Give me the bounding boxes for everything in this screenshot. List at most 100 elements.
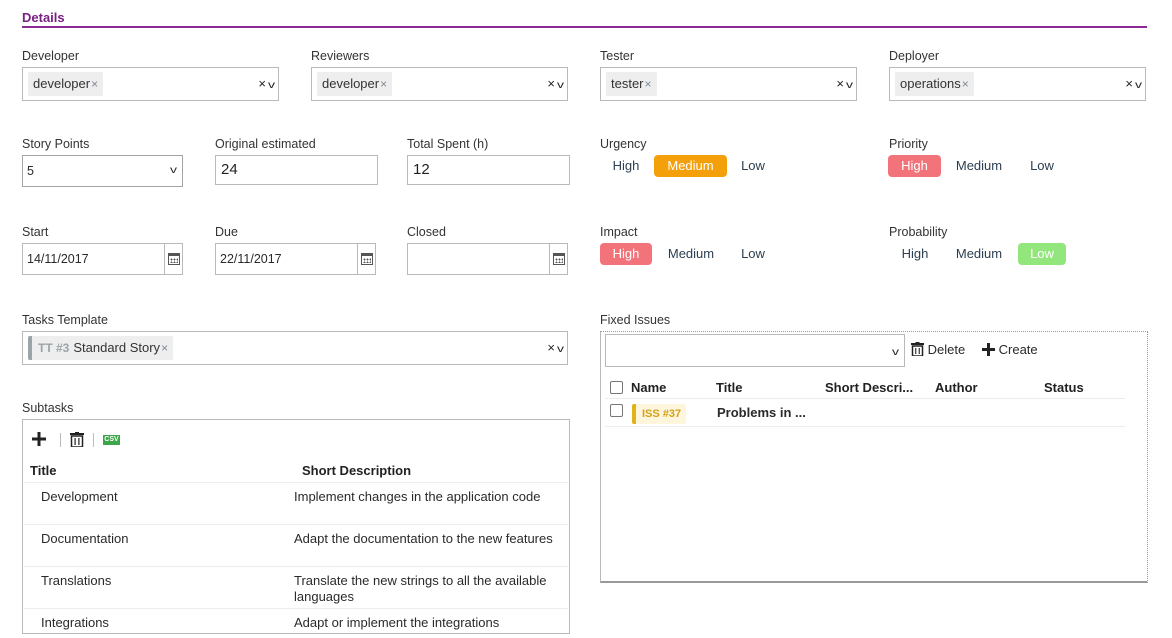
toolbar-separator [60,433,61,447]
trash-icon [911,342,924,357]
calendar-button[interactable] [549,244,567,274]
reviewers-label: Reviewers [311,49,370,63]
issues-header-short-description: Short Descri... [825,380,914,395]
table-row[interactable]: Development Implement changes in the app… [24,482,568,524]
tester-select[interactable]: tester× × v [600,67,857,101]
delete-button[interactable]: Delete [911,342,965,357]
impact-high-option[interactable]: High [600,243,652,265]
issues-header-author: Author [935,380,978,395]
calendar-icon [361,253,373,265]
priority-low-option[interactable]: Low [1022,155,1062,177]
urgency-label: Urgency [600,137,647,151]
developer-chip: developer× [28,72,104,96]
plus-icon [982,343,995,356]
fixed-issues-panel: v Delete Create Name Title Short Descri.… [600,331,1148,583]
plus-icon[interactable] [32,432,46,446]
subtasks-header-title: Title [30,463,57,478]
story-points-label: Story Points [22,137,90,151]
create-button[interactable]: Create [982,342,1038,357]
probability-high-option[interactable]: High [893,243,937,265]
subtasks-panel: CSV Title Short Description Development … [22,419,570,634]
chevron-down-icon[interactable]: v [557,334,564,366]
clear-icon[interactable]: × [547,76,555,91]
probability-label: Probability [889,225,948,239]
table-row[interactable]: Translations Translate the new strings t… [24,566,568,608]
calendar-button[interactable] [164,244,182,274]
subtasks-label: Subtasks [22,401,74,415]
start-date-value: 14/11/2017 [27,252,89,266]
deployer-select[interactable]: operations× × v [889,67,1146,101]
table-row[interactable]: Integrations Adapt or implement the inte… [24,608,568,638]
trash-icon[interactable] [70,432,84,447]
closed-date-input[interactable] [407,243,568,275]
story-points-select[interactable]: 5 v [22,155,183,187]
priority-medium-option[interactable]: Medium [947,155,1011,177]
chevron-down-icon[interactable]: v [1135,70,1142,102]
chip-remove-icon[interactable]: × [161,341,168,355]
probability-low-option[interactable]: Low [1018,243,1066,265]
table-row[interactable]: Documentation Adapt the documentation to… [24,524,568,566]
priority-label: Priority [889,137,928,151]
calendar-icon [553,253,565,265]
section-divider [22,26,1147,28]
tasks-template-label: Tasks Template [22,313,108,327]
chevron-down-icon[interactable]: v [892,337,899,369]
clear-icon[interactable]: × [836,76,844,91]
toolbar-separator [93,433,94,447]
urgency-medium-option[interactable]: Medium [654,155,727,177]
tasks-template-chip: TT #3 Standard Story× [28,336,174,360]
closed-label: Closed [407,225,446,239]
calendar-button[interactable] [357,244,375,274]
clear-icon[interactable]: × [258,76,266,91]
probability-medium-option[interactable]: Medium [947,243,1011,265]
issue-title: Problems in ... [717,405,806,420]
tasks-template-select[interactable]: TT #3 Standard Story× × v [22,331,568,365]
deployer-label: Deployer [889,49,940,63]
chip-remove-icon[interactable]: × [962,77,969,91]
row-checkbox[interactable] [610,404,623,417]
clear-icon[interactable]: × [547,340,555,355]
chevron-down-icon[interactable]: v [557,70,564,102]
issues-header-name: Name [631,380,667,395]
impact-medium-option[interactable]: Medium [659,243,723,265]
start-label: Start [22,225,49,239]
deployer-chip: operations× [895,72,974,96]
impact-label: Impact [600,225,638,239]
select-all-checkbox[interactable] [610,381,623,394]
due-date-value: 22/11/2017 [220,252,282,266]
chip-remove-icon[interactable]: × [645,77,652,91]
reviewers-chip: developer× [317,72,393,96]
issue-picker-select[interactable]: v [605,334,905,367]
original-estimated-input[interactable]: 24 [215,155,378,185]
tester-label: Tester [600,49,635,63]
priority-high-option[interactable]: High [888,155,941,177]
chevron-down-icon[interactable]: v [846,70,853,102]
clear-icon[interactable]: × [1125,76,1133,91]
original-estimated-label: Original estimated [215,137,316,151]
calendar-icon [168,253,180,265]
chevron-down-icon[interactable]: v [268,70,275,102]
chip-remove-icon[interactable]: × [91,77,98,91]
issues-header-title: Title [716,380,743,395]
chevron-down-icon: v [170,165,177,176]
urgency-high-option[interactable]: High [604,155,648,177]
section-title: Details [22,10,65,25]
total-spent-input[interactable]: 12 [407,155,570,185]
story-points-value: 5 [27,164,34,178]
due-date-input[interactable]: 22/11/2017 [215,243,376,275]
impact-low-option[interactable]: Low [733,243,773,265]
chip-remove-icon[interactable]: × [380,77,387,91]
table-row[interactable]: ISS #37 Problems in ... [605,399,1125,427]
tester-chip: tester× [606,72,657,96]
issue-tag[interactable]: ISS #37 [632,404,687,424]
fixed-issues-label: Fixed Issues [600,313,671,327]
urgency-low-option[interactable]: Low [733,155,773,177]
issues-header-status: Status [1044,380,1084,395]
reviewers-select[interactable]: developer× × v [311,67,568,101]
developer-select[interactable]: developer× × v [22,67,279,101]
csv-icon[interactable]: CSV [103,435,120,445]
developer-label: Developer [22,49,79,63]
due-label: Due [215,225,238,239]
total-spent-label: Total Spent (h) [407,137,489,151]
start-date-input[interactable]: 14/11/2017 [22,243,183,275]
